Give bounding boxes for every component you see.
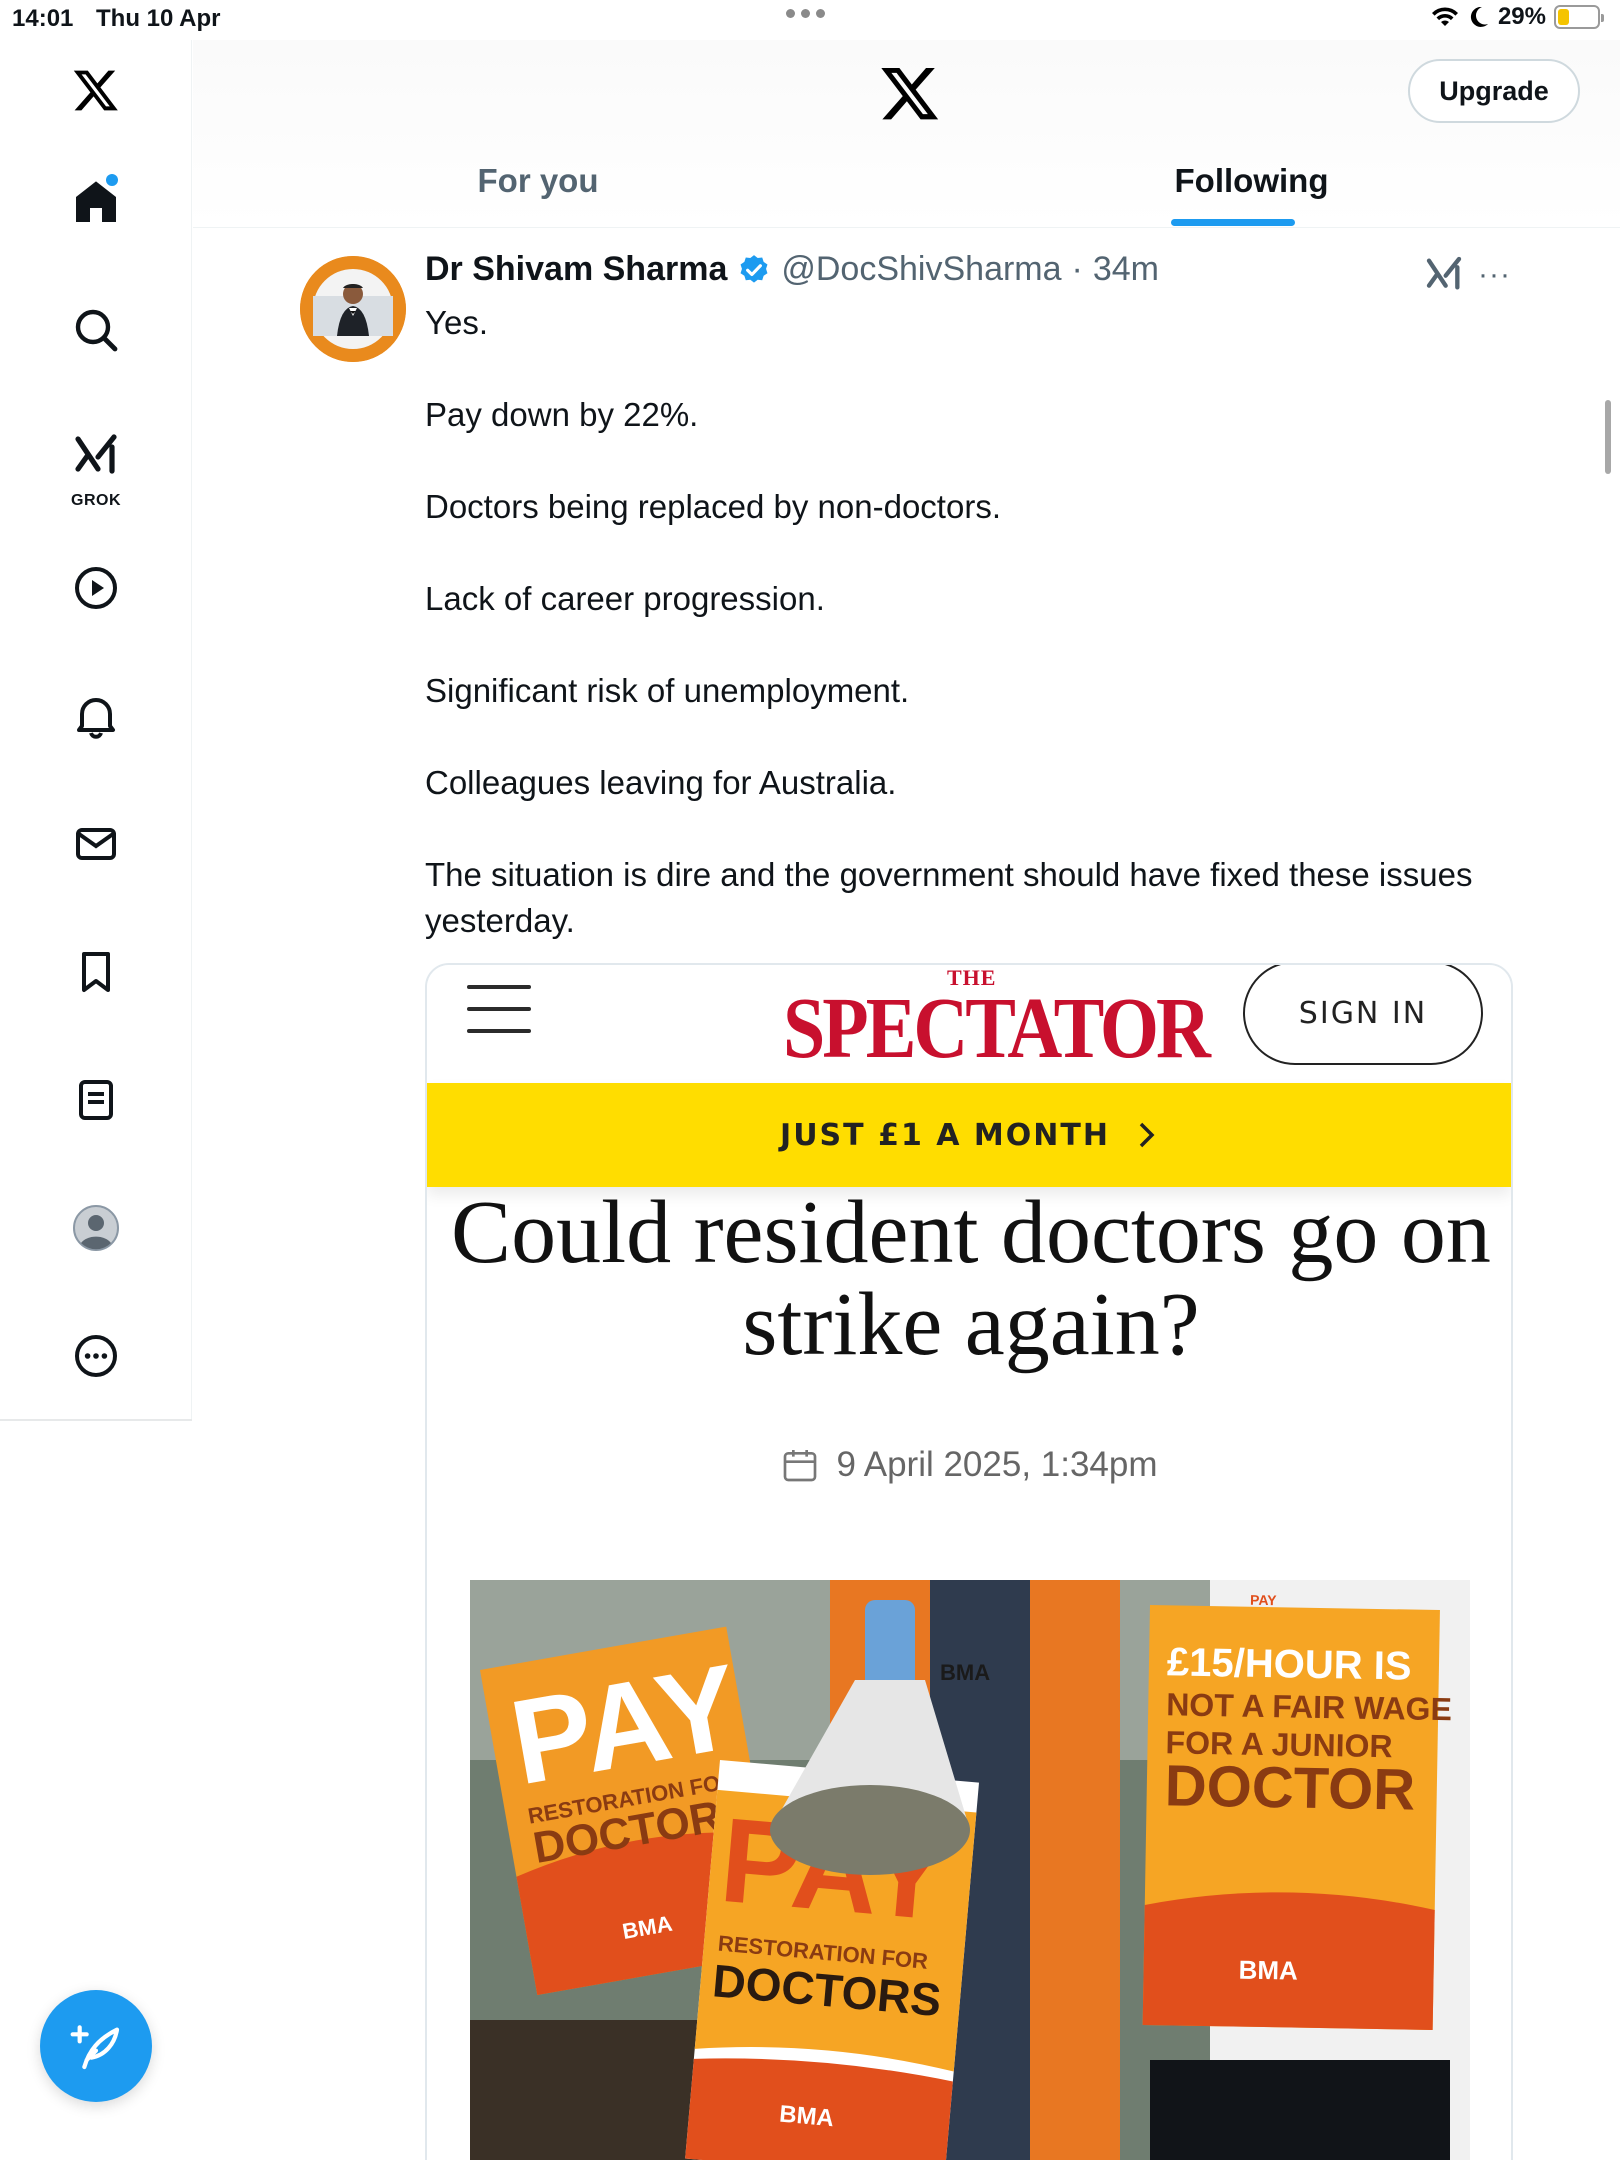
spectator-header: THE SPECTATOR SIGN IN bbox=[427, 965, 1511, 1083]
status-date: Thu 10 Apr bbox=[96, 5, 221, 32]
sign-in-button: SIGN IN bbox=[1243, 965, 1483, 1065]
sidebar-item-lists[interactable] bbox=[56, 1060, 136, 1140]
search-icon bbox=[75, 309, 118, 352]
sidebar-item-notifications[interactable] bbox=[56, 676, 136, 756]
sidebar-item-messages[interactable] bbox=[56, 804, 136, 884]
sidebar-item-search[interactable] bbox=[56, 290, 136, 370]
post-paragraph: Doctors being replaced by non-doctors. bbox=[425, 488, 1001, 525]
status-time: 14:01 bbox=[12, 5, 74, 32]
chevron-right-icon bbox=[1139, 1122, 1155, 1148]
status-indicators: 29% bbox=[1430, 3, 1604, 31]
sidebar-item-grok[interactable]: GROK bbox=[56, 418, 136, 510]
spectator-logo: SPECTATOR bbox=[783, 980, 1211, 1077]
sidebar-item-home[interactable] bbox=[56, 162, 136, 242]
post-timestamp[interactable]: 34m bbox=[1093, 250, 1159, 289]
avatar-photo bbox=[300, 256, 406, 362]
post-paragraph: Yes. bbox=[425, 304, 489, 341]
post-more-icon[interactable]: ··· bbox=[1478, 258, 1511, 292]
sidebar: GROK bbox=[0, 40, 192, 1420]
scrollbar-thumb[interactable] bbox=[1605, 400, 1611, 474]
verified-badge-icon bbox=[740, 254, 768, 283]
x-logo-icon[interactable] bbox=[879, 62, 941, 124]
sidebar-item-more[interactable] bbox=[56, 1316, 136, 1396]
placard-top: PAY bbox=[1250, 1592, 1277, 1608]
placard-line: DOCTOR bbox=[1164, 1753, 1415, 1822]
play-icon bbox=[75, 567, 117, 609]
post-text: Yes. Pay down by 22%. Doctors being repl… bbox=[425, 300, 1535, 944]
sidebar-item-bookmarks[interactable] bbox=[56, 932, 136, 1012]
sidebar-divider bbox=[0, 1419, 192, 1421]
placard-line: NOT A FAIR WAGE bbox=[1166, 1686, 1452, 1727]
upgrade-button[interactable]: Upgrade bbox=[1408, 59, 1580, 123]
article-headline: Could resident doctors go on strike agai… bbox=[451, 1183, 1491, 1374]
profile-icon bbox=[73, 1205, 119, 1251]
calendar-icon bbox=[784, 1450, 817, 1482]
grok-icon[interactable] bbox=[1424, 254, 1464, 294]
article-date: 9 April 2025, 1:34pm bbox=[427, 1445, 1511, 1485]
placard-line: £15/HOUR IS bbox=[1167, 1640, 1412, 1688]
hamburger-menu-icon bbox=[467, 981, 531, 1037]
vest-label: BMA bbox=[940, 1660, 990, 1685]
avatar[interactable] bbox=[300, 256, 406, 362]
multitasking-dots-icon[interactable] bbox=[786, 9, 825, 18]
tab-for-you[interactable]: For you bbox=[193, 140, 883, 228]
tab-following[interactable]: Following bbox=[883, 140, 1620, 228]
status-bar: 14:01 Thu 10 Apr 29% bbox=[0, 0, 1620, 40]
active-tab-indicator bbox=[1171, 219, 1295, 226]
home-notification-dot bbox=[106, 174, 118, 186]
sidebar-item-profile[interactable] bbox=[56, 1188, 136, 1268]
more-icon bbox=[75, 1335, 117, 1377]
protest-photo: BMA PAY RESTORATION FOR DOCTORS BMA PAY bbox=[470, 1580, 1470, 2160]
promo-banner: JUST £1 A MONTH bbox=[427, 1083, 1511, 1187]
separator-dot: · bbox=[1071, 250, 1083, 288]
article-date-text: 9 April 2025, 1:34pm bbox=[836, 1445, 1158, 1484]
battery-percent: 29% bbox=[1497, 3, 1546, 30]
battery-level bbox=[1558, 9, 1569, 25]
list-icon bbox=[79, 1080, 113, 1120]
post-paragraph: Colleagues leaving for Australia. bbox=[425, 764, 897, 801]
compose-icon bbox=[70, 2025, 120, 2070]
placard-org: BMA bbox=[778, 2101, 835, 2133]
post-paragraph: Lack of career progression. bbox=[425, 580, 825, 617]
post-paragraph: Significant risk of unemployment. bbox=[425, 672, 910, 709]
post-paragraph: Pay down by 22%. bbox=[425, 396, 699, 433]
battery-icon bbox=[1554, 5, 1604, 29]
placard-org: BMA bbox=[1238, 1955, 1298, 1986]
grok-icon bbox=[75, 434, 117, 474]
author-name[interactable]: Dr Shivam Sharma bbox=[425, 250, 727, 289]
bell-icon bbox=[77, 698, 115, 739]
mail-icon bbox=[76, 828, 116, 860]
post-header: Dr Shivam Sharma @DocShivSharma · 34m bbox=[425, 250, 1159, 289]
sidebar-item-video[interactable] bbox=[56, 548, 136, 628]
bookmark-icon bbox=[82, 952, 110, 992]
moon-icon bbox=[1470, 6, 1488, 27]
post-paragraph: The situation is dire and the government… bbox=[425, 856, 1473, 939]
compose-button[interactable] bbox=[40, 1990, 152, 2102]
timeline-header: Upgrade For you Following bbox=[193, 40, 1620, 228]
wifi-icon bbox=[1431, 7, 1458, 26]
grok-label: GROK bbox=[71, 492, 121, 509]
promo-text: JUST £1 A MONTH bbox=[780, 1117, 1110, 1153]
x-logo-icon[interactable] bbox=[56, 50, 136, 130]
author-handle[interactable]: @DocShivSharma bbox=[781, 250, 1061, 289]
post-media-card[interactable]: THE SPECTATOR SIGN IN JUST £1 A MONTH Co… bbox=[425, 963, 1513, 2160]
